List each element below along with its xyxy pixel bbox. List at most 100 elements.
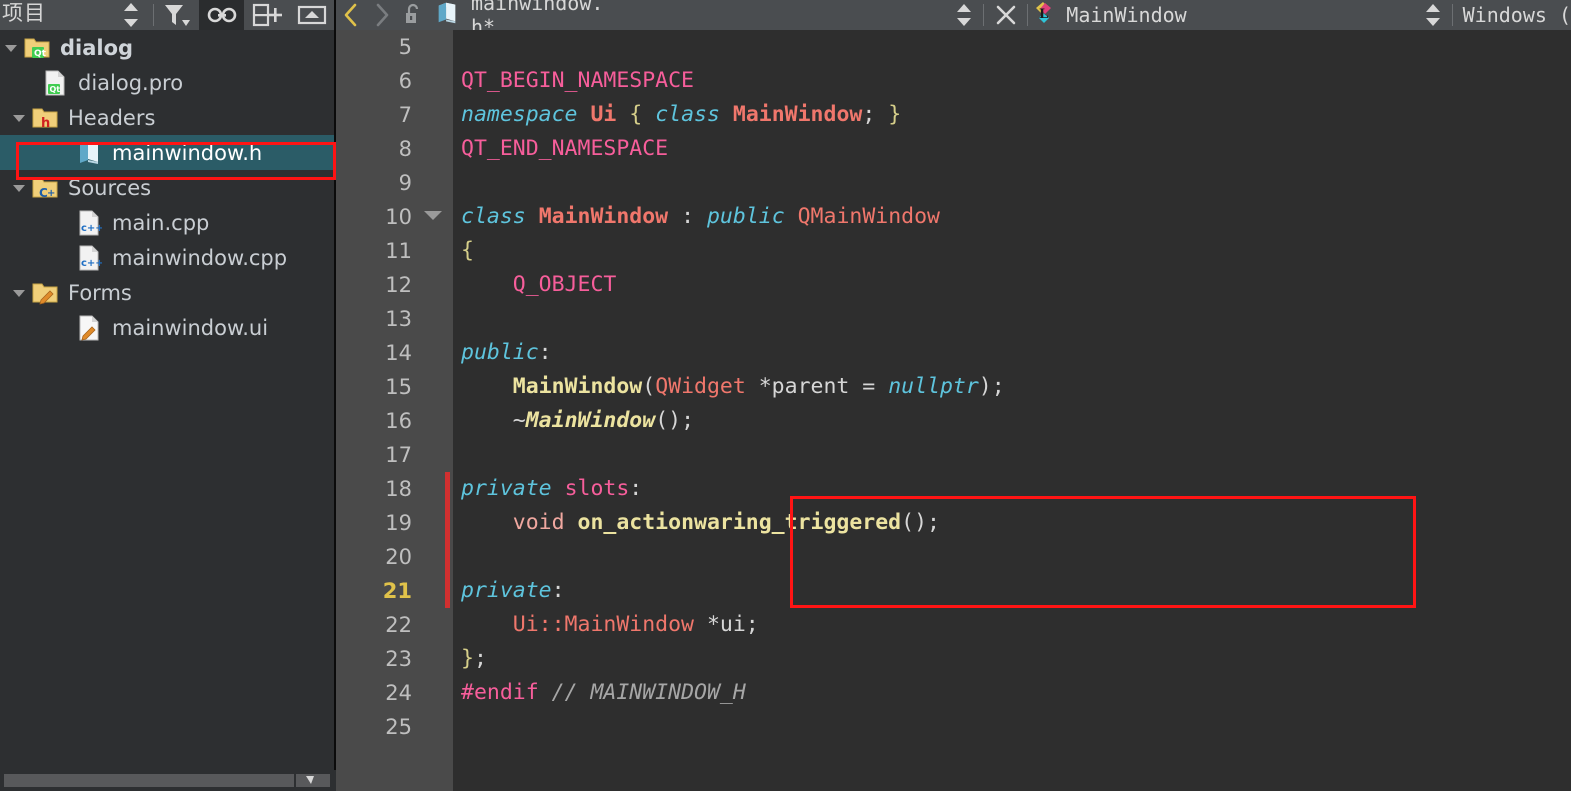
code-token: QT_BEGIN_NAMESPACE	[461, 68, 694, 93]
code-token: );	[978, 374, 1005, 399]
code-line[interactable]: 19 void on_actionwaring_triggered();	[336, 506, 1571, 540]
code-line[interactable]: 16 ~MainWindow();	[336, 404, 1571, 438]
updown-arrows-icon[interactable]	[948, 0, 978, 30]
project-tree[interactable]: Qt dialog Qt dialog.pro h Headers mainwi…	[0, 30, 334, 755]
code-token: Ui::MainWindow	[512, 612, 694, 637]
code-line[interactable]: 6 QT_BEGIN_NAMESPACE	[336, 64, 1571, 98]
code-line[interactable]: 9	[336, 166, 1571, 200]
sidebar-horizontal-scrollbar[interactable]	[0, 770, 336, 791]
line-number: 17	[385, 443, 412, 467]
updown-arrows-icon-2[interactable]	[1417, 0, 1447, 30]
tree-item-dialog-pro[interactable]: Qt dialog.pro	[0, 65, 334, 100]
code-line[interactable]: 22 Ui::MainWindow *ui;	[336, 608, 1571, 642]
line-number: 8	[398, 137, 412, 161]
tree-item-label: mainwindow.cpp	[112, 245, 288, 270]
tree-item-label: mainwindow.ui	[112, 315, 269, 340]
qt-folder-icon: Qt	[22, 33, 52, 63]
code-token: :	[551, 578, 565, 603]
code-line[interactable]: 5	[336, 30, 1571, 64]
code-token: *parent =	[745, 374, 889, 399]
link-icon[interactable]	[199, 0, 244, 30]
line-number: 21	[382, 579, 412, 603]
code-line[interactable]: 7 namespace Ui { class MainWindow; }	[336, 98, 1571, 132]
code-token: }	[888, 102, 902, 127]
code-line[interactable]: 18 private slots:	[336, 472, 1571, 506]
code-line[interactable]: 17	[336, 438, 1571, 472]
ui-file-icon	[74, 313, 104, 343]
fold-arrow-icon[interactable]	[424, 211, 442, 220]
toolbar-divider	[1027, 4, 1029, 26]
change-indicator	[445, 472, 450, 506]
line-number: 15	[385, 375, 412, 399]
tree-item-mainwindow-h[interactable]: mainwindow.h	[0, 135, 334, 170]
editor-file-tab[interactable]: mainwindow. h*	[429, 0, 618, 39]
code-line[interactable]: 10 class MainWindow : public QMainWindow	[336, 200, 1571, 234]
code-line[interactable]: 14 public:	[336, 336, 1571, 370]
qt-class-icon: L	[1032, 0, 1058, 30]
change-indicator	[445, 574, 450, 608]
tree-item-forms[interactable]: Forms	[0, 275, 334, 310]
tree-item-main-cpp[interactable]: c++ main.cpp	[0, 205, 334, 240]
unlock-icon[interactable]	[397, 0, 429, 30]
code-lines[interactable]: 5 6 QT_BEGIN_NAMESPACE 7 namespace Ui { clas…	[336, 30, 1571, 744]
line-number: 20	[385, 545, 412, 569]
tree-item-sources[interactable]: C + Sources	[0, 170, 334, 205]
tree-item-dialog[interactable]: Qt dialog	[0, 30, 334, 65]
expand-arrow-icon[interactable]	[8, 275, 30, 310]
code-token: ;	[862, 102, 876, 127]
code-text: Q_OBJECT	[461, 268, 617, 302]
code-line[interactable]: 25	[336, 710, 1571, 744]
tree-item-mainwindow-cpp[interactable]: c++ mainwindow.cpp	[0, 240, 334, 275]
filter-icon[interactable]	[154, 0, 199, 30]
expand-arrow-icon[interactable]	[8, 170, 30, 205]
add-split-icon[interactable]	[244, 0, 289, 30]
sidebar-toolbar: 项目	[0, 0, 334, 30]
scope-label: Windows (	[1462, 3, 1571, 27]
chevron-left-icon[interactable]	[336, 0, 366, 30]
expand-arrow-icon[interactable]	[0, 30, 22, 65]
tree-item-mainwindow-ui[interactable]: mainwindow.ui	[0, 310, 334, 345]
code-line[interactable]: 8 QT_END_NAMESPACE	[336, 132, 1571, 166]
editor-pane: mainwindow. h* L MainWindow Windows (5 …	[336, 0, 1571, 791]
qt-pro-file-icon: Qt	[40, 68, 70, 98]
tree-item-headers[interactable]: h Headers	[0, 100, 334, 135]
code-line[interactable]: 20	[336, 540, 1571, 574]
code-token: QT_END_NAMESPACE	[461, 136, 669, 161]
toolbar-divider	[1451, 4, 1453, 26]
code-line[interactable]: 23};	[336, 642, 1571, 676]
expand-arrow-icon[interactable]	[8, 100, 30, 135]
code-line[interactable]: 24 #endif // MAINWINDOW_H	[336, 676, 1571, 710]
svg-text:c++: c++	[81, 258, 102, 269]
chevron-right-icon[interactable]	[366, 0, 396, 30]
code-token: namespace	[461, 102, 578, 127]
code-line[interactable]: 12 Q_OBJECT	[336, 268, 1571, 302]
code-token: slots	[564, 476, 630, 501]
svg-text:+: +	[47, 188, 55, 199]
code-token: :	[668, 204, 707, 229]
line-number: 22	[385, 613, 412, 637]
scrollbar-thumb[interactable]	[4, 774, 294, 787]
code-line[interactable]: 21 private:	[336, 574, 1571, 608]
code-token: nullptr	[888, 374, 979, 399]
close-icon[interactable]	[988, 0, 1024, 30]
symbol-selector[interactable]: L MainWindow	[1032, 0, 1187, 30]
svg-text:h: h	[41, 116, 50, 131]
code-pane[interactable]: 5 6 QT_BEGIN_NAMESPACE 7 namespace Ui { clas…	[336, 30, 1571, 791]
code-line[interactable]: 11 {	[336, 234, 1571, 268]
code-token: Ui	[590, 102, 617, 127]
sidebar-title: 项目	[2, 1, 46, 25]
code-line[interactable]: 15 MainWindow(QWidget *parent = nullptr)…	[336, 370, 1571, 404]
collapse-icon[interactable]	[289, 0, 334, 30]
sort-updown-icon[interactable]	[108, 0, 153, 30]
code-token: ();	[655, 408, 695, 433]
code-line[interactable]: 13	[336, 302, 1571, 336]
